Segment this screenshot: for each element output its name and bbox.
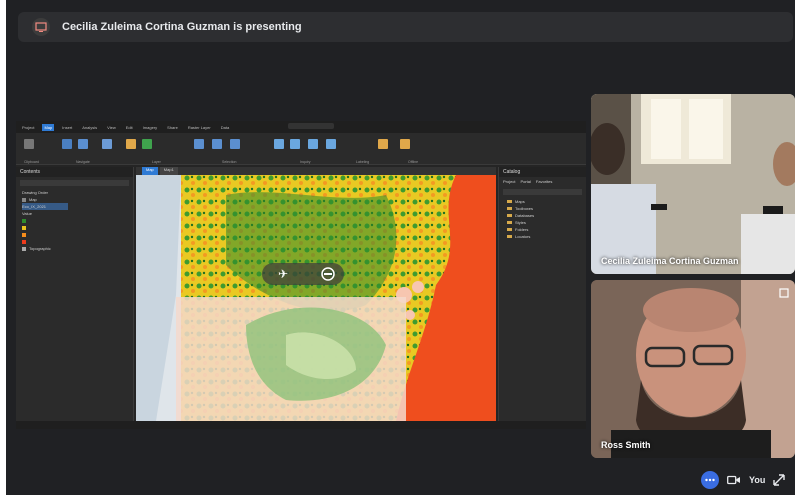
catalog-item-maps[interactable]: Maps <box>499 198 586 205</box>
select-icon[interactable] <box>194 139 204 149</box>
ribbon-tab-edit[interactable]: Edit <box>124 124 135 131</box>
ribbon-tab-share[interactable]: Share <box>165 124 180 131</box>
drawing-order-label: Drawing Order <box>22 190 49 195</box>
catalog-tab-portal[interactable]: Portal <box>520 179 530 184</box>
expand-icon[interactable] <box>773 474 786 486</box>
select-by-location-icon[interactable] <box>230 139 240 149</box>
layer-raster[interactable]: Eco_IX_2021 <box>22 203 133 210</box>
participant-video-1 <box>591 94 795 274</box>
catalog-tab-favorites[interactable]: Favorites <box>536 179 552 184</box>
participant-name-1: Cecilia Zuleima Cortina Guzman <box>601 256 739 266</box>
participant-tile-2[interactable]: Ross Smith <box>591 280 795 458</box>
catalog-search[interactable] <box>503 189 582 195</box>
self-label: You <box>749 475 766 485</box>
basemap-icon[interactable] <box>126 139 136 149</box>
presenting-label: Cecilia Zuleima Cortina Guzman is presen… <box>62 21 302 33</box>
ribbon-tab-project[interactable]: Project <box>20 124 36 131</box>
map-view[interactable]: Map Map1 ✈ <box>136 167 496 421</box>
contents-title: Contents <box>16 167 133 177</box>
meeting-window: Cecilia Zuleima Cortina Guzman is presen… <box>6 0 795 495</box>
legend-swatch-2 <box>22 224 133 231</box>
catalog-item-databases[interactable]: Databases <box>499 212 586 219</box>
pin-icon[interactable] <box>779 288 789 298</box>
legend-swatch-3 <box>22 231 133 238</box>
map-tab-bar: Map Map1 <box>136 167 496 175</box>
select-by-attributes-icon[interactable] <box>212 139 222 149</box>
catalog-item-styles[interactable]: Styles <box>499 219 586 226</box>
shared-screen: Project Map Insert Analysis View Edit Im… <box>16 121 586 429</box>
svg-text:✈: ✈ <box>278 267 288 281</box>
ribbon-group-offline: Offline <box>408 160 419 164</box>
raster-map-image: ✈ <box>136 175 496 421</box>
presenter-avatar <box>32 18 50 36</box>
presenting-banner: Cecilia Zuleima Cortina Guzman is presen… <box>18 12 793 42</box>
legend-swatch-4 <box>22 238 133 245</box>
catalog-item-locators[interactable]: Locators <box>499 233 586 240</box>
self-controls: You <box>701 467 795 493</box>
coordinate-conversion-icon[interactable] <box>326 139 336 149</box>
map-tab-map[interactable]: Map <box>142 167 158 175</box>
ribbon-group-clipboard: Clipboard <box>24 160 39 164</box>
go-to-xy-icon[interactable] <box>102 139 112 149</box>
ribbon-tab-insert[interactable]: Insert <box>60 124 74 131</box>
catalog-title: Catalog <box>499 167 586 177</box>
contents-search[interactable] <box>20 180 129 186</box>
ribbon-group-selection: Selection <box>222 160 237 164</box>
layer-map[interactable]: Map <box>22 196 133 203</box>
add-data-icon[interactable] <box>142 139 152 149</box>
catalog-item-toolboxes[interactable]: Toolboxes <box>499 205 586 212</box>
legend-swatch-1 <box>22 217 133 224</box>
ribbon-body: Clipboard Navigate Layer Selection Inqui… <box>16 133 586 165</box>
measure-icon[interactable] <box>274 139 284 149</box>
explore-icon[interactable] <box>62 139 72 149</box>
ribbon-tab-data[interactable]: Data <box>219 124 231 131</box>
participant-tile-1[interactable]: Cecilia Zuleima Cortina Guzman <box>591 94 795 274</box>
catalog-item-folders[interactable]: Folders <box>499 226 586 233</box>
ribbon-tab-map[interactable]: Map <box>42 123 55 131</box>
bookmarks-icon[interactable] <box>78 139 88 149</box>
participant-name-2: Ross Smith <box>601 440 651 450</box>
ribbon-tab-imagery[interactable]: Imagery <box>141 124 159 131</box>
catalog-tabs: Project Portal Favorites <box>499 177 586 186</box>
ribbon-group-layer: Layer <box>152 160 161 164</box>
ribbon-search-box[interactable] <box>288 123 334 129</box>
video-camera-icon[interactable] <box>727 475 741 485</box>
ribbon-group-navigate: Navigate <box>76 160 90 164</box>
presentation-icon <box>35 22 47 32</box>
convert-icon[interactable] <box>378 139 388 149</box>
participant-video-2 <box>591 280 795 458</box>
infographics-icon[interactable] <box>308 139 318 149</box>
catalog-tab-project[interactable]: Project <box>503 179 515 184</box>
ribbon-group-labeling: Labeling <box>356 160 370 164</box>
download-map-icon[interactable] <box>400 139 410 149</box>
ribbon-tab-analysis[interactable]: Analysis <box>80 124 99 131</box>
map-tab-map1[interactable]: Map1 <box>159 167 178 175</box>
ribbon-group-inquiry: Inquiry <box>300 160 311 164</box>
ribbon-tab-view[interactable]: View <box>105 124 118 131</box>
ribbon-tab-raster-layer[interactable]: Raster Layer <box>186 124 213 131</box>
locate-icon[interactable] <box>290 139 300 149</box>
catalog-pane: Catalog Project Portal Favorites Maps To… <box>498 167 586 421</box>
contents-pane: Contents Drawing Order Map Eco_IX_2021 V… <box>16 167 134 421</box>
status-bar <box>16 421 586 429</box>
more-dots-icon[interactable] <box>701 471 719 489</box>
paste-icon[interactable] <box>24 139 34 149</box>
legend-value-label: Value <box>22 211 32 216</box>
layer-topographic[interactable]: Topographic <box>22 245 133 252</box>
